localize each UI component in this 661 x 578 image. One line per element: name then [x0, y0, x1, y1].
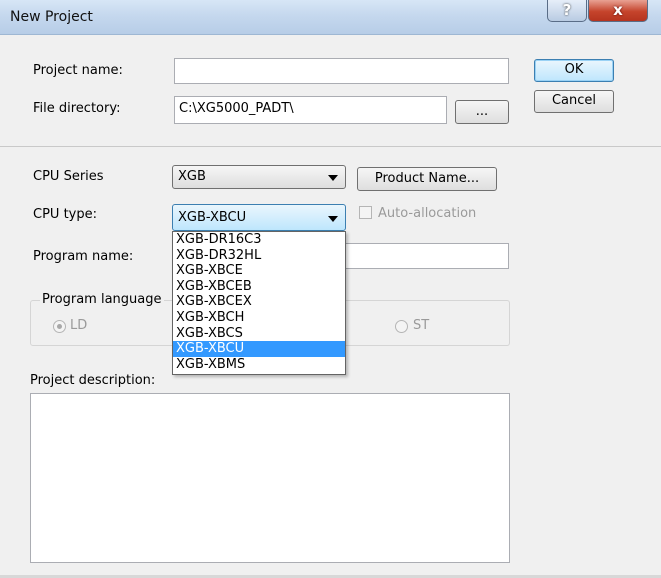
program-language-label: Program language — [40, 292, 164, 307]
cpu-type-option[interactable]: XGB-DR32HL — [173, 248, 345, 264]
auto-allocation-label: Auto-allocation — [378, 206, 477, 221]
project-description-label: Project description: — [30, 373, 156, 388]
dialog-title: New Project — [10, 9, 93, 25]
project-description-textarea[interactable] — [30, 393, 510, 563]
new-project-dialog: New Project ? x Project name: File direc… — [0, 0, 661, 578]
cpu-type-option[interactable]: XGB-XBCE — [173, 263, 345, 279]
cpu-series-label: CPU Series — [33, 169, 104, 184]
file-directory-label: File directory: — [33, 101, 121, 116]
cancel-button[interactable]: Cancel — [534, 90, 614, 113]
cpu-type-option[interactable]: XGB-XBCH — [173, 310, 345, 326]
product-name-button[interactable]: Product Name... — [357, 167, 497, 191]
project-name-label: Project name: — [33, 63, 123, 78]
cpu-type-option[interactable]: XGB-XBCEX — [173, 294, 345, 310]
close-icon: x — [613, 1, 623, 19]
lang-ld-radio[interactable] — [53, 320, 66, 333]
cpu-type-value: XGB-XBCU — [178, 210, 247, 225]
close-button[interactable]: x — [588, 0, 648, 22]
browse-button[interactable]: ... — [455, 100, 509, 124]
chevron-down-icon — [328, 216, 338, 222]
cpu-series-value: XGB — [178, 169, 206, 184]
program-name-label: Program name: — [33, 249, 134, 264]
cpu-type-option[interactable]: XGB-XBCEB — [173, 279, 345, 295]
lang-st-radio[interactable] — [395, 320, 408, 333]
lang-ld-label: LD — [70, 318, 88, 333]
cpu-type-label: CPU type: — [33, 207, 97, 222]
ok-button[interactable]: OK — [534, 59, 614, 82]
auto-allocation-checkbox[interactable] — [359, 206, 372, 219]
cpu-series-select[interactable]: XGB — [172, 165, 346, 189]
help-icon: ? — [562, 1, 572, 19]
file-directory-input[interactable]: C:\XG5000_PADT\ — [174, 96, 447, 124]
cpu-type-option[interactable]: XGB-XBCU — [173, 341, 345, 357]
project-name-input[interactable] — [174, 58, 509, 84]
help-button[interactable]: ? — [547, 0, 587, 22]
title-bar[interactable]: New Project ? x — [0, 0, 661, 35]
cpu-type-option[interactable]: XGB-XBMS — [173, 357, 345, 373]
lang-st-label: ST — [413, 318, 430, 333]
chevron-down-icon — [328, 175, 338, 181]
separator — [0, 146, 661, 147]
cpu-type-select[interactable]: XGB-XBCU — [172, 204, 346, 231]
cpu-type-dropdown-list[interactable]: XGB-DR16C3 XGB-DR32HL XGB-XBCE XGB-XBCEB… — [172, 231, 346, 375]
cpu-type-option[interactable]: XGB-XBCS — [173, 326, 345, 342]
cpu-type-option[interactable]: XGB-DR16C3 — [173, 232, 345, 248]
